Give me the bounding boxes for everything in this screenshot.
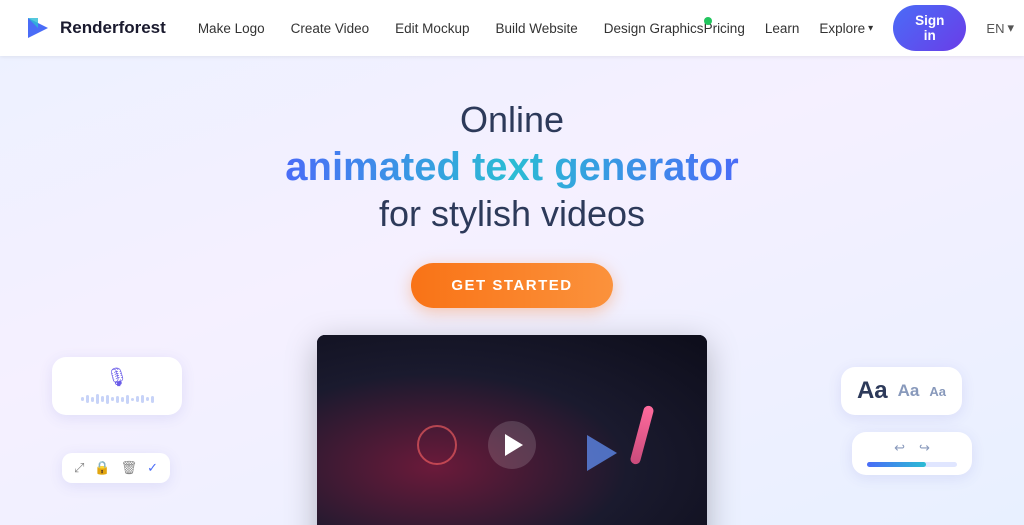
nav-build-website[interactable]: Build Website — [495, 21, 577, 36]
redo-icon[interactable]: ↪ — [919, 440, 930, 456]
edit-toolbar: ⤢ 🔒 🗑 ✓ — [62, 453, 170, 483]
nav-edit-mockup[interactable]: Edit Mockup — [395, 21, 469, 36]
trash-icon[interactable]: 🗑 — [121, 460, 138, 476]
nav-right-links: Pricing Learn Explore ▾ — [704, 21, 874, 36]
font-size-large[interactable]: Aa — [857, 377, 888, 405]
language-label: EN — [986, 21, 1004, 36]
nav-design-graphics[interactable]: Design Graphics — [604, 21, 704, 36]
check-icon[interactable]: ✓ — [147, 460, 158, 476]
sign-in-button[interactable]: Sign in — [893, 5, 966, 51]
nav-links: Make Logo Create Video Edit Mockup Build… — [198, 21, 704, 36]
navbar: Renderforest Make Logo Create Video Edit… — [0, 0, 1024, 56]
slider-track[interactable] — [867, 462, 957, 467]
microphone-icon: 🎙 — [106, 367, 129, 388]
navbar-right: Pricing Learn Explore ▾ Sign in EN ▾ — [704, 5, 1014, 51]
navbar-left: Renderforest Make Logo Create Video Edit… — [24, 14, 704, 42]
nav-make-logo[interactable]: Make Logo — [198, 21, 265, 36]
font-size-medium[interactable]: Aa — [898, 381, 920, 401]
resize-icon[interactable]: ⤢ — [74, 460, 84, 476]
logo-text: Renderforest — [60, 18, 166, 38]
nav-learn[interactable]: Learn — [765, 21, 800, 36]
get-started-button[interactable]: GET STARTED — [411, 263, 612, 308]
video-player[interactable]: How to Create Videos Online | Renderfore… — [317, 335, 707, 525]
voice-widget: 🎙 — [52, 357, 182, 415]
logo[interactable]: Renderforest — [24, 14, 166, 42]
slider-widget: ↩ ↪ — [852, 432, 972, 475]
hero-line1: Online — [460, 98, 564, 141]
deco-ring — [417, 425, 457, 465]
video-inner — [317, 335, 707, 525]
lock-icon[interactable]: 🔒 — [94, 460, 110, 476]
nav-create-video[interactable]: Create Video — [291, 21, 370, 36]
chevron-down-icon: ▾ — [1007, 20, 1014, 36]
video-play-button[interactable] — [488, 421, 536, 469]
language-selector[interactable]: EN ▾ — [986, 20, 1014, 36]
slider-fill — [867, 462, 926, 467]
deco-triangle — [587, 435, 617, 471]
font-size-small[interactable]: Aa — [929, 384, 946, 399]
logo-icon — [24, 14, 52, 42]
font-size-widget: Aa Aa Aa — [841, 367, 962, 415]
deco-cylinder — [629, 405, 654, 466]
nav-explore[interactable]: Explore ▾ — [819, 21, 873, 36]
hero-line2: animated text generator — [285, 143, 738, 191]
hero-line3: for stylish videos — [379, 193, 645, 235]
slider-icons: ↩ ↪ — [894, 440, 930, 456]
undo-icon[interactable]: ↩ — [894, 440, 905, 456]
hero-section: Online animated text generator for styli… — [0, 56, 1024, 525]
audio-wave — [81, 393, 154, 405]
